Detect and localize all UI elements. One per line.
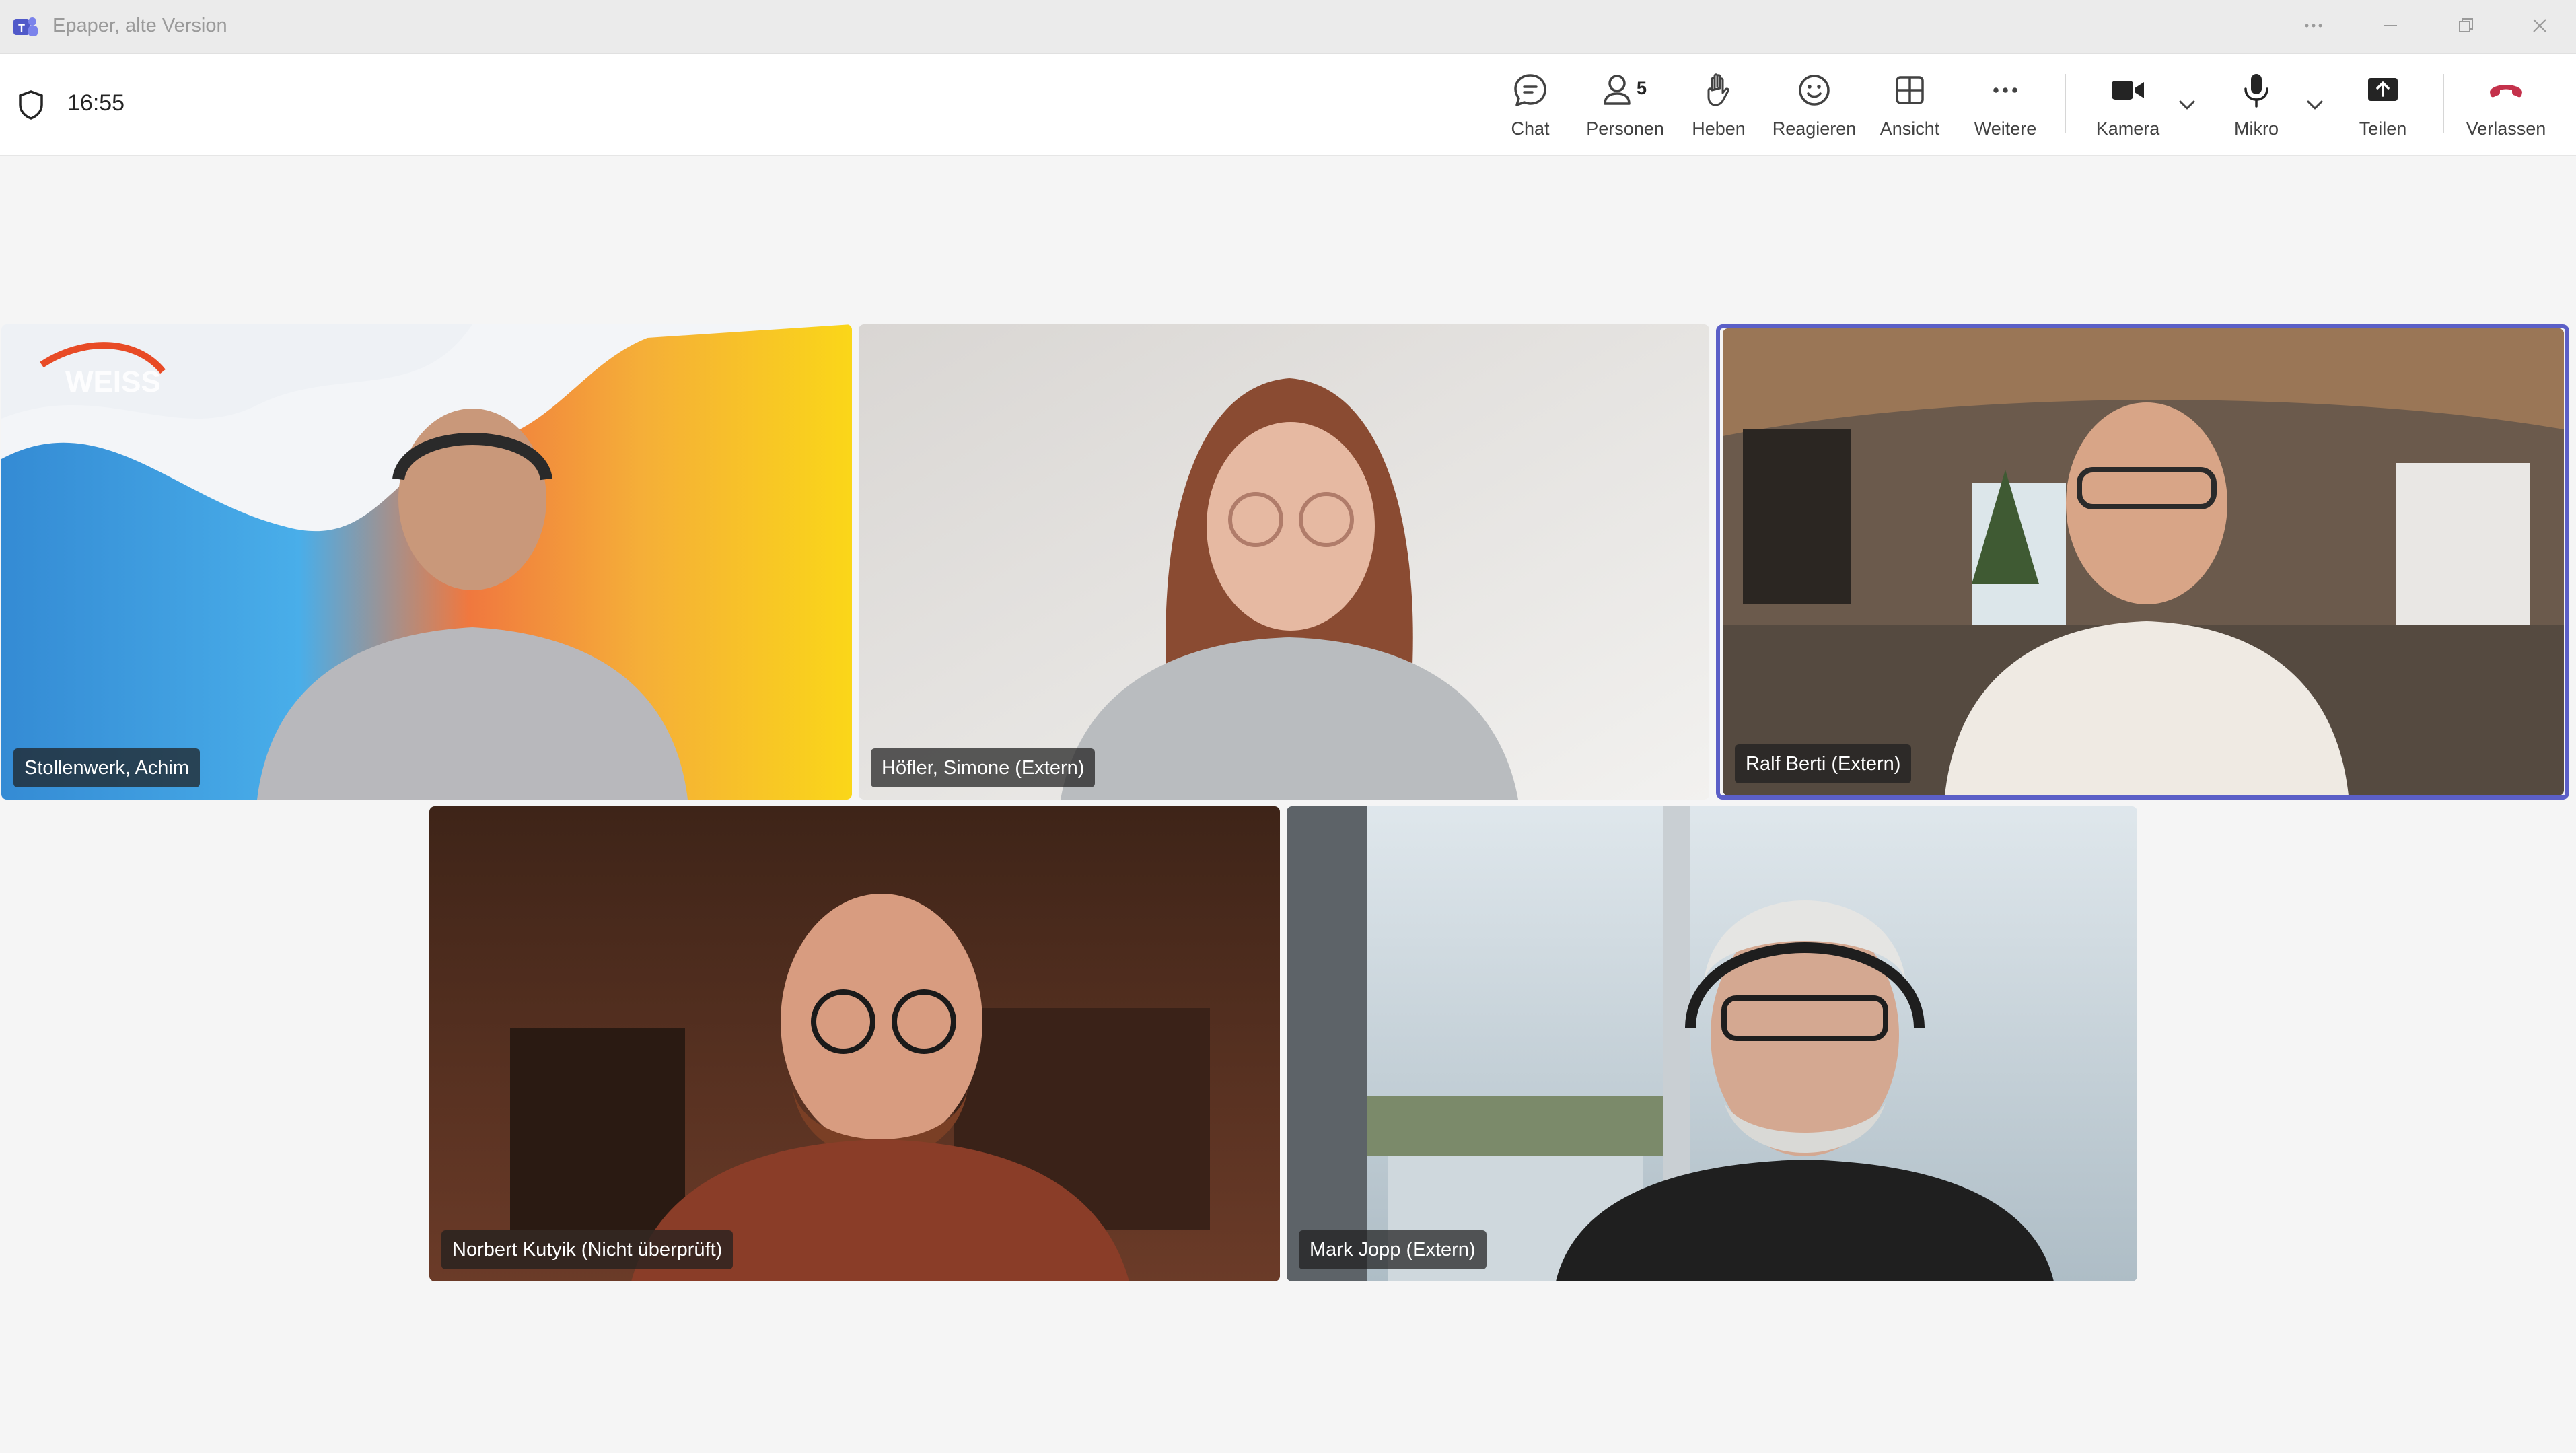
video-tile-4[interactable]: Norbert Kutyik (Nicht überprüft) (429, 806, 1280, 1281)
participant-name: Höfler, Simone (Extern) (871, 748, 1096, 787)
more-label: Weitere (1974, 118, 2037, 139)
participant-name: Mark Jopp (Extern) (1299, 1230, 1487, 1269)
video-tile-5[interactable]: Mark Jopp (Extern) (1287, 806, 2137, 1281)
share-label: Teilen (2359, 118, 2407, 139)
chat-button[interactable]: Chat (1490, 54, 1571, 155)
grid-view-icon (1896, 76, 1924, 104)
participant-video-2 (859, 324, 1709, 800)
meeting-time: 16:55 (67, 90, 125, 116)
toolbar-separator (2065, 74, 2066, 133)
close-button[interactable] (2519, 11, 2560, 42)
camera-options-chevron-icon[interactable] (2176, 94, 2198, 116)
leave-label: Verlassen (2466, 118, 2546, 139)
hand-icon (1707, 73, 1729, 106)
title-bar: T Epaper, alte Version (0, 0, 2576, 54)
teams-icon: T (13, 17, 38, 36)
raise-hand-button[interactable]: Heben (1681, 54, 1756, 155)
participant-video-4 (429, 806, 1280, 1281)
participant-video-3 (1723, 328, 2564, 795)
smiley-icon (1799, 75, 1830, 106)
participant-name: Stollenwerk, Achim (13, 748, 200, 787)
mic-options-chevron-icon[interactable] (2304, 94, 2326, 116)
toolbar-separator-2 (2443, 74, 2444, 133)
window-more-button[interactable] (2293, 11, 2334, 42)
leave-button[interactable]: Verlassen (2463, 54, 2549, 155)
participant-count: 5 (1637, 78, 1647, 98)
people-label: Personen (1586, 118, 1664, 139)
share-button[interactable]: Teilen (2349, 54, 2417, 155)
microphone-icon (2244, 74, 2268, 108)
more-icon (2305, 24, 2322, 28)
minimize-button[interactable] (2370, 11, 2410, 42)
restore-icon (2459, 18, 2473, 32)
participant-name: Ralf Berti (Extern) (1735, 744, 1912, 783)
minimize-icon (2384, 25, 2397, 26)
react-button[interactable]: Reagieren (1770, 54, 1859, 155)
mic-button[interactable]: Mikro (2221, 54, 2292, 155)
view-label: Ansicht (1880, 118, 1940, 139)
svg-text:T: T (18, 23, 25, 34)
meeting-toolbar: 16:55 Chat 5 Personen Heben Reagieren An… (0, 54, 2576, 156)
video-tile-3[interactable]: Ralf Berti (Extern) (1723, 328, 2564, 795)
ellipsis-icon (1993, 87, 2017, 93)
window-title: Epaper, alte Version (52, 15, 227, 36)
mic-label: Mikro (2234, 118, 2279, 139)
view-button[interactable]: Ansicht (1871, 54, 1949, 155)
react-label: Reagieren (1772, 118, 1857, 139)
participant-video-1: WEISS (1, 324, 852, 800)
camera-label: Kamera (2096, 118, 2160, 139)
camera-icon (2112, 81, 2144, 100)
raise-label: Heben (1692, 118, 1746, 139)
chat-label: Chat (1511, 118, 1550, 139)
shield-icon[interactable] (16, 89, 46, 121)
participant-video-5 (1287, 806, 2137, 1281)
hang-up-icon (2490, 85, 2522, 98)
share-icon (2368, 78, 2398, 101)
people-icon (1604, 75, 1631, 105)
chat-icon (1514, 74, 1546, 106)
logo-text: WEISS (65, 365, 161, 398)
video-tile-1[interactable]: WEISS Stollenwerk, Achim (1, 324, 852, 800)
camera-button[interactable]: Kamera (2086, 54, 2170, 155)
people-button[interactable]: 5 Personen (1583, 54, 1668, 155)
participant-name: Norbert Kutyik (Nicht überprüft) (441, 1230, 734, 1269)
video-tile-2[interactable]: Höfler, Simone (Extern) (859, 324, 1709, 800)
close-icon (2533, 19, 2546, 32)
more-button[interactable]: Weitere (1964, 54, 2047, 155)
restore-button[interactable] (2445, 11, 2486, 42)
